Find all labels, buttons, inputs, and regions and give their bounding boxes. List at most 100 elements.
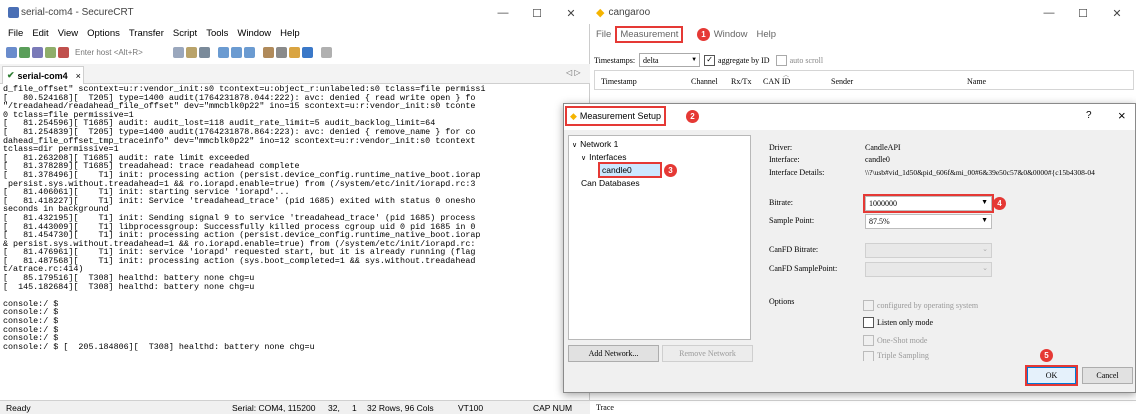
help-icon[interactable] [301,46,313,58]
tree-item-interfaces[interactable]: ∨ Interfaces [581,152,626,162]
col-name[interactable]: Name [967,77,986,86]
securecrt-title: serial-com4 - SecureCRT [21,6,134,18]
opt-listen-checkbox[interactable]: Listen only mode [863,317,933,328]
col-rxtx[interactable]: Rx/Tx [731,77,751,86]
maximize-icon[interactable]: ☐ [520,7,554,20]
maximize-icon[interactable]: ☐ [1066,7,1100,20]
dialog-close-icon[interactable]: × [1118,108,1126,123]
menu-help[interactable]: Help [757,29,777,40]
interface-value: candle0 [865,155,890,164]
securecrt-window: serial-com4 - SecureCRT — ☐ ✕ File Edit … [0,0,590,414]
tree-item-candle0[interactable]: candle0 [598,162,662,178]
bitrate-value: 1000000 [869,199,897,208]
check-icon: ✔ [7,70,15,80]
menu-window[interactable]: Window [714,29,748,40]
menu-help[interactable]: Help [280,28,300,39]
menu-transfer[interactable]: Transfer [129,28,164,39]
terminal-line: console:/ $ [3,298,59,309]
interface-label: Interface: [769,155,800,164]
opt-configured-checkbox: configured by operating system [863,300,978,311]
col-sender[interactable]: Sender [831,77,853,86]
print-selection-icon[interactable] [230,46,242,58]
col-timestamp[interactable]: Timestamp [601,77,637,86]
dialog-title-box: ◆ Measurement Setup [565,106,666,126]
aggregate-checkbox[interactable]: ✓ aggregate by ID [704,54,770,66]
checkbox-icon [863,351,874,361]
menu-measurement[interactable]: Measurement [615,25,684,43]
sample-point-select[interactable]: 87.5% ▼ [865,214,992,229]
terminal-output[interactable]: d_file_offset" scontext=u:r:vendor_init:… [1,85,587,399]
print-setup-icon[interactable] [243,46,255,58]
terminal-line: console:/ $ [3,307,59,318]
opt-listen-label: Listen only mode [877,318,933,327]
connect-icon[interactable] [6,46,17,58]
help-button[interactable]: ? [1086,110,1092,121]
securecrt-app-icon [8,6,19,18]
cancel-button[interactable]: Cancel [1082,367,1133,384]
menu-script[interactable]: Script [173,28,197,39]
remove-network-button[interactable]: Remove Network [662,345,753,362]
menu-edit[interactable]: Edit [32,28,48,39]
cangaroo-bottom-tabbar: Trace [590,400,1136,414]
chevron-down-icon: ∨ [581,155,587,162]
securecrt-menubar: File Edit View Options Transfer Script T… [8,25,309,41]
paste-icon[interactable] [185,46,197,58]
auto-scroll-checkbox[interactable]: auto scroll [775,54,824,66]
sftp-icon[interactable] [288,46,300,58]
session-options-icon[interactable] [262,46,274,58]
tab-scroll-icon[interactable]: ◁ ▷ [566,68,581,77]
ok-button[interactable]: OK [1025,365,1078,386]
minimize-icon[interactable]: — [1032,7,1066,19]
host-input[interactable]: Enter host <Alt+R> [75,48,143,57]
tab-serial-com4[interactable]: ✔ serial-com4 × [2,66,84,84]
driver-label: Driver: [769,143,793,152]
close-icon[interactable]: ✕ [554,7,588,20]
reconnect-icon[interactable] [45,46,56,58]
menu-tools[interactable]: Tools [206,28,228,39]
minimize-icon[interactable]: — [486,7,520,19]
dialog-titlebar: ◆ Measurement Setup ? × [564,104,1135,130]
col-channel[interactable]: Channel [691,77,718,86]
terminal-line: console:/ $ [3,316,59,327]
menu-file[interactable]: File [596,29,611,40]
canfd-bitrate-label: CanFD Bitrate: [769,245,819,254]
cangaroo-app-icon: ◆ [570,110,577,121]
print-icon[interactable] [217,46,229,58]
button-bar-icon[interactable] [320,46,332,58]
add-network-button[interactable]: Add Network... [568,345,659,362]
menu-options[interactable]: Options [87,28,120,39]
annotation-badge-5: 5 [1040,349,1053,362]
status-ready: Ready [6,403,31,413]
annotation-badge-4: 4 [993,197,1006,210]
checkbox-checked-icon: ✓ [704,54,716,66]
timestamps-select[interactable]: delta ▼ [639,53,701,67]
cangaroo-toolbar: Timestamps: delta ▼ ✓ aggregate by ID au… [594,52,1134,68]
canfd-bitrate-select: ⌄ [865,243,992,258]
securecrt-toolbar: Enter host <Alt+R> [6,44,586,60]
tree-item-network[interactable]: ∨ Network 1 [572,139,618,149]
find-icon[interactable] [198,46,210,58]
menu-view[interactable]: View [58,28,78,39]
securecrt-window-controls: — ☐ ✕ [486,0,588,26]
session-tab-icon[interactable] [32,46,43,58]
copy-icon[interactable] [172,46,184,58]
tree-item-can-databases[interactable]: Can Databases [581,178,640,188]
menu-window[interactable]: Window [237,28,271,39]
securecrt-statusbar: Ready Serial: COM4, 115200 32, 1 32 Rows… [0,400,590,414]
status-term: VT100 [458,403,484,413]
auto-scroll-label: auto scroll [789,55,824,65]
close-icon[interactable]: ✕ [1100,7,1134,20]
quick-connect-icon[interactable] [19,46,30,58]
terminal-line: [ 81.487568][ T1] init: processing actio… [3,255,476,266]
checkbox-icon [863,300,874,311]
keymap-icon[interactable] [275,46,287,58]
tab-trace[interactable]: Trace [596,403,614,412]
opt-oneshot-checkbox: One-Shot mode [863,335,927,346]
chevron-down-icon: ⌄ [982,246,988,253]
sample-point-label: Sample Point: [769,216,815,225]
bitrate-select[interactable]: 1000000 ▼ [863,194,994,213]
interface-details-value: \\?\usb#vid_1d50&pid_606f&mi_00#6&39e50c… [865,168,1095,177]
tab-close-icon[interactable]: × [76,71,81,81]
menu-file[interactable]: File [8,28,23,39]
disconnect-icon[interactable] [58,46,69,58]
